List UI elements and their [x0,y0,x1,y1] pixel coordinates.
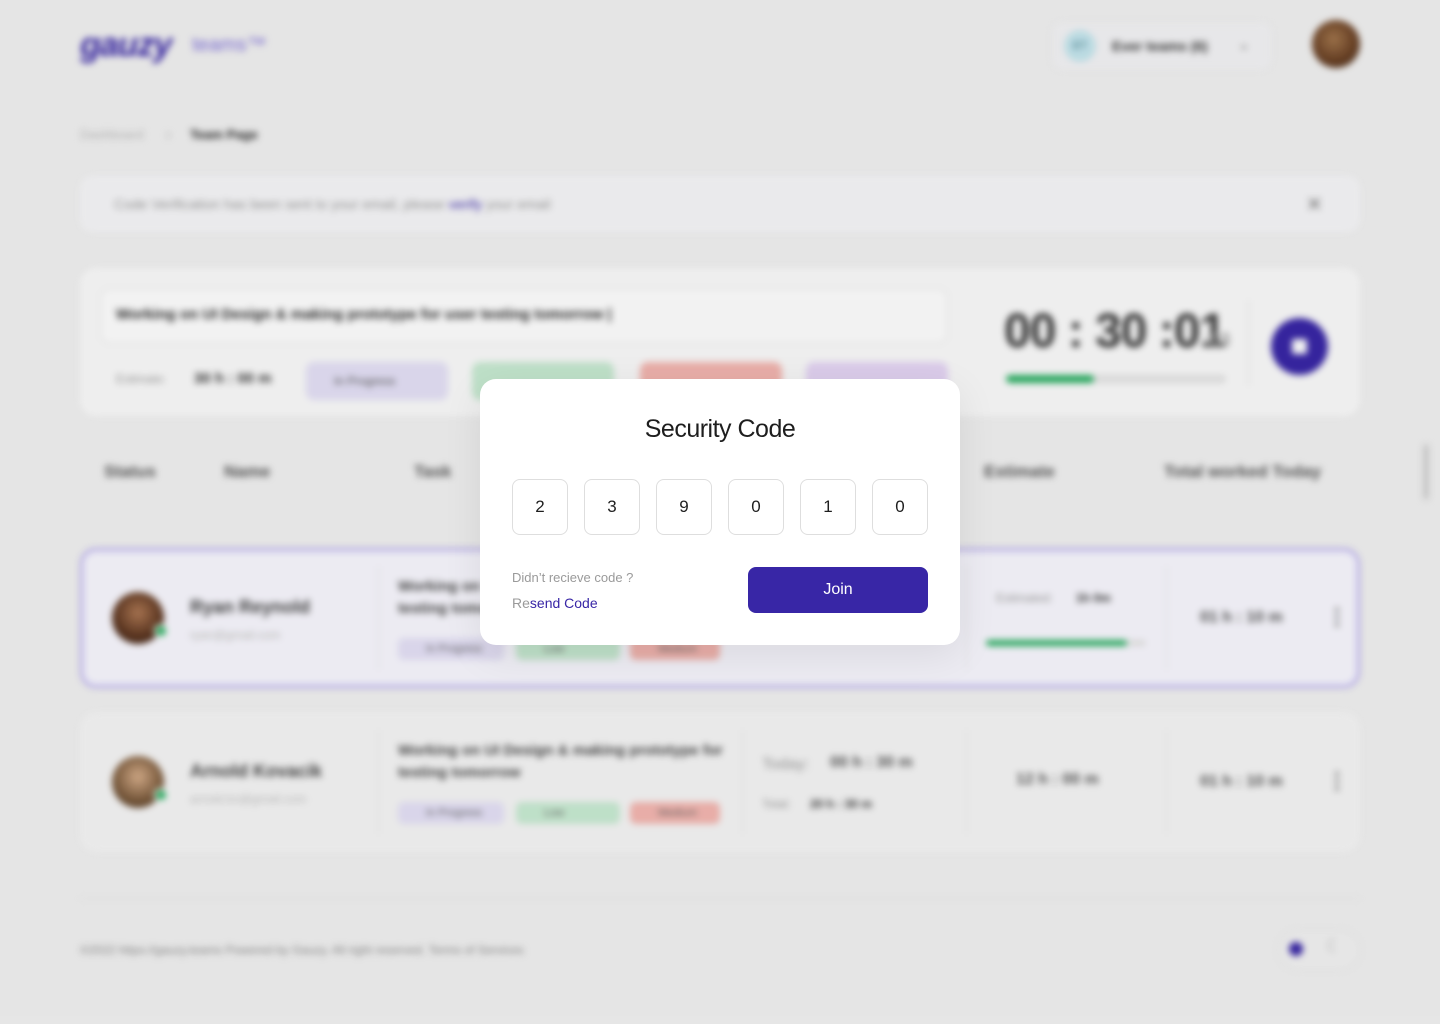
resend-prefix: Re [512,595,530,611]
code-input-group: 2 3 9 0 1 0 [512,479,928,535]
resend-link-text[interactable]: send Code [530,595,598,611]
code-digit-input[interactable]: 0 [872,479,928,535]
resend-code-link[interactable]: Resend Code [512,595,598,611]
security-code-modal: Security Code 2 3 9 0 1 0 Didn’t recieve… [480,379,960,645]
code-digit-input[interactable]: 9 [656,479,712,535]
modal-title: Security Code [644,415,796,443]
code-digit-input[interactable]: 2 [512,479,568,535]
join-button[interactable]: Join [748,567,928,613]
code-digit-input[interactable]: 1 [800,479,856,535]
code-digit-input[interactable]: 3 [584,479,640,535]
no-code-text: Didn’t recieve code ? [512,570,634,585]
code-digit-input[interactable]: 0 [728,479,784,535]
